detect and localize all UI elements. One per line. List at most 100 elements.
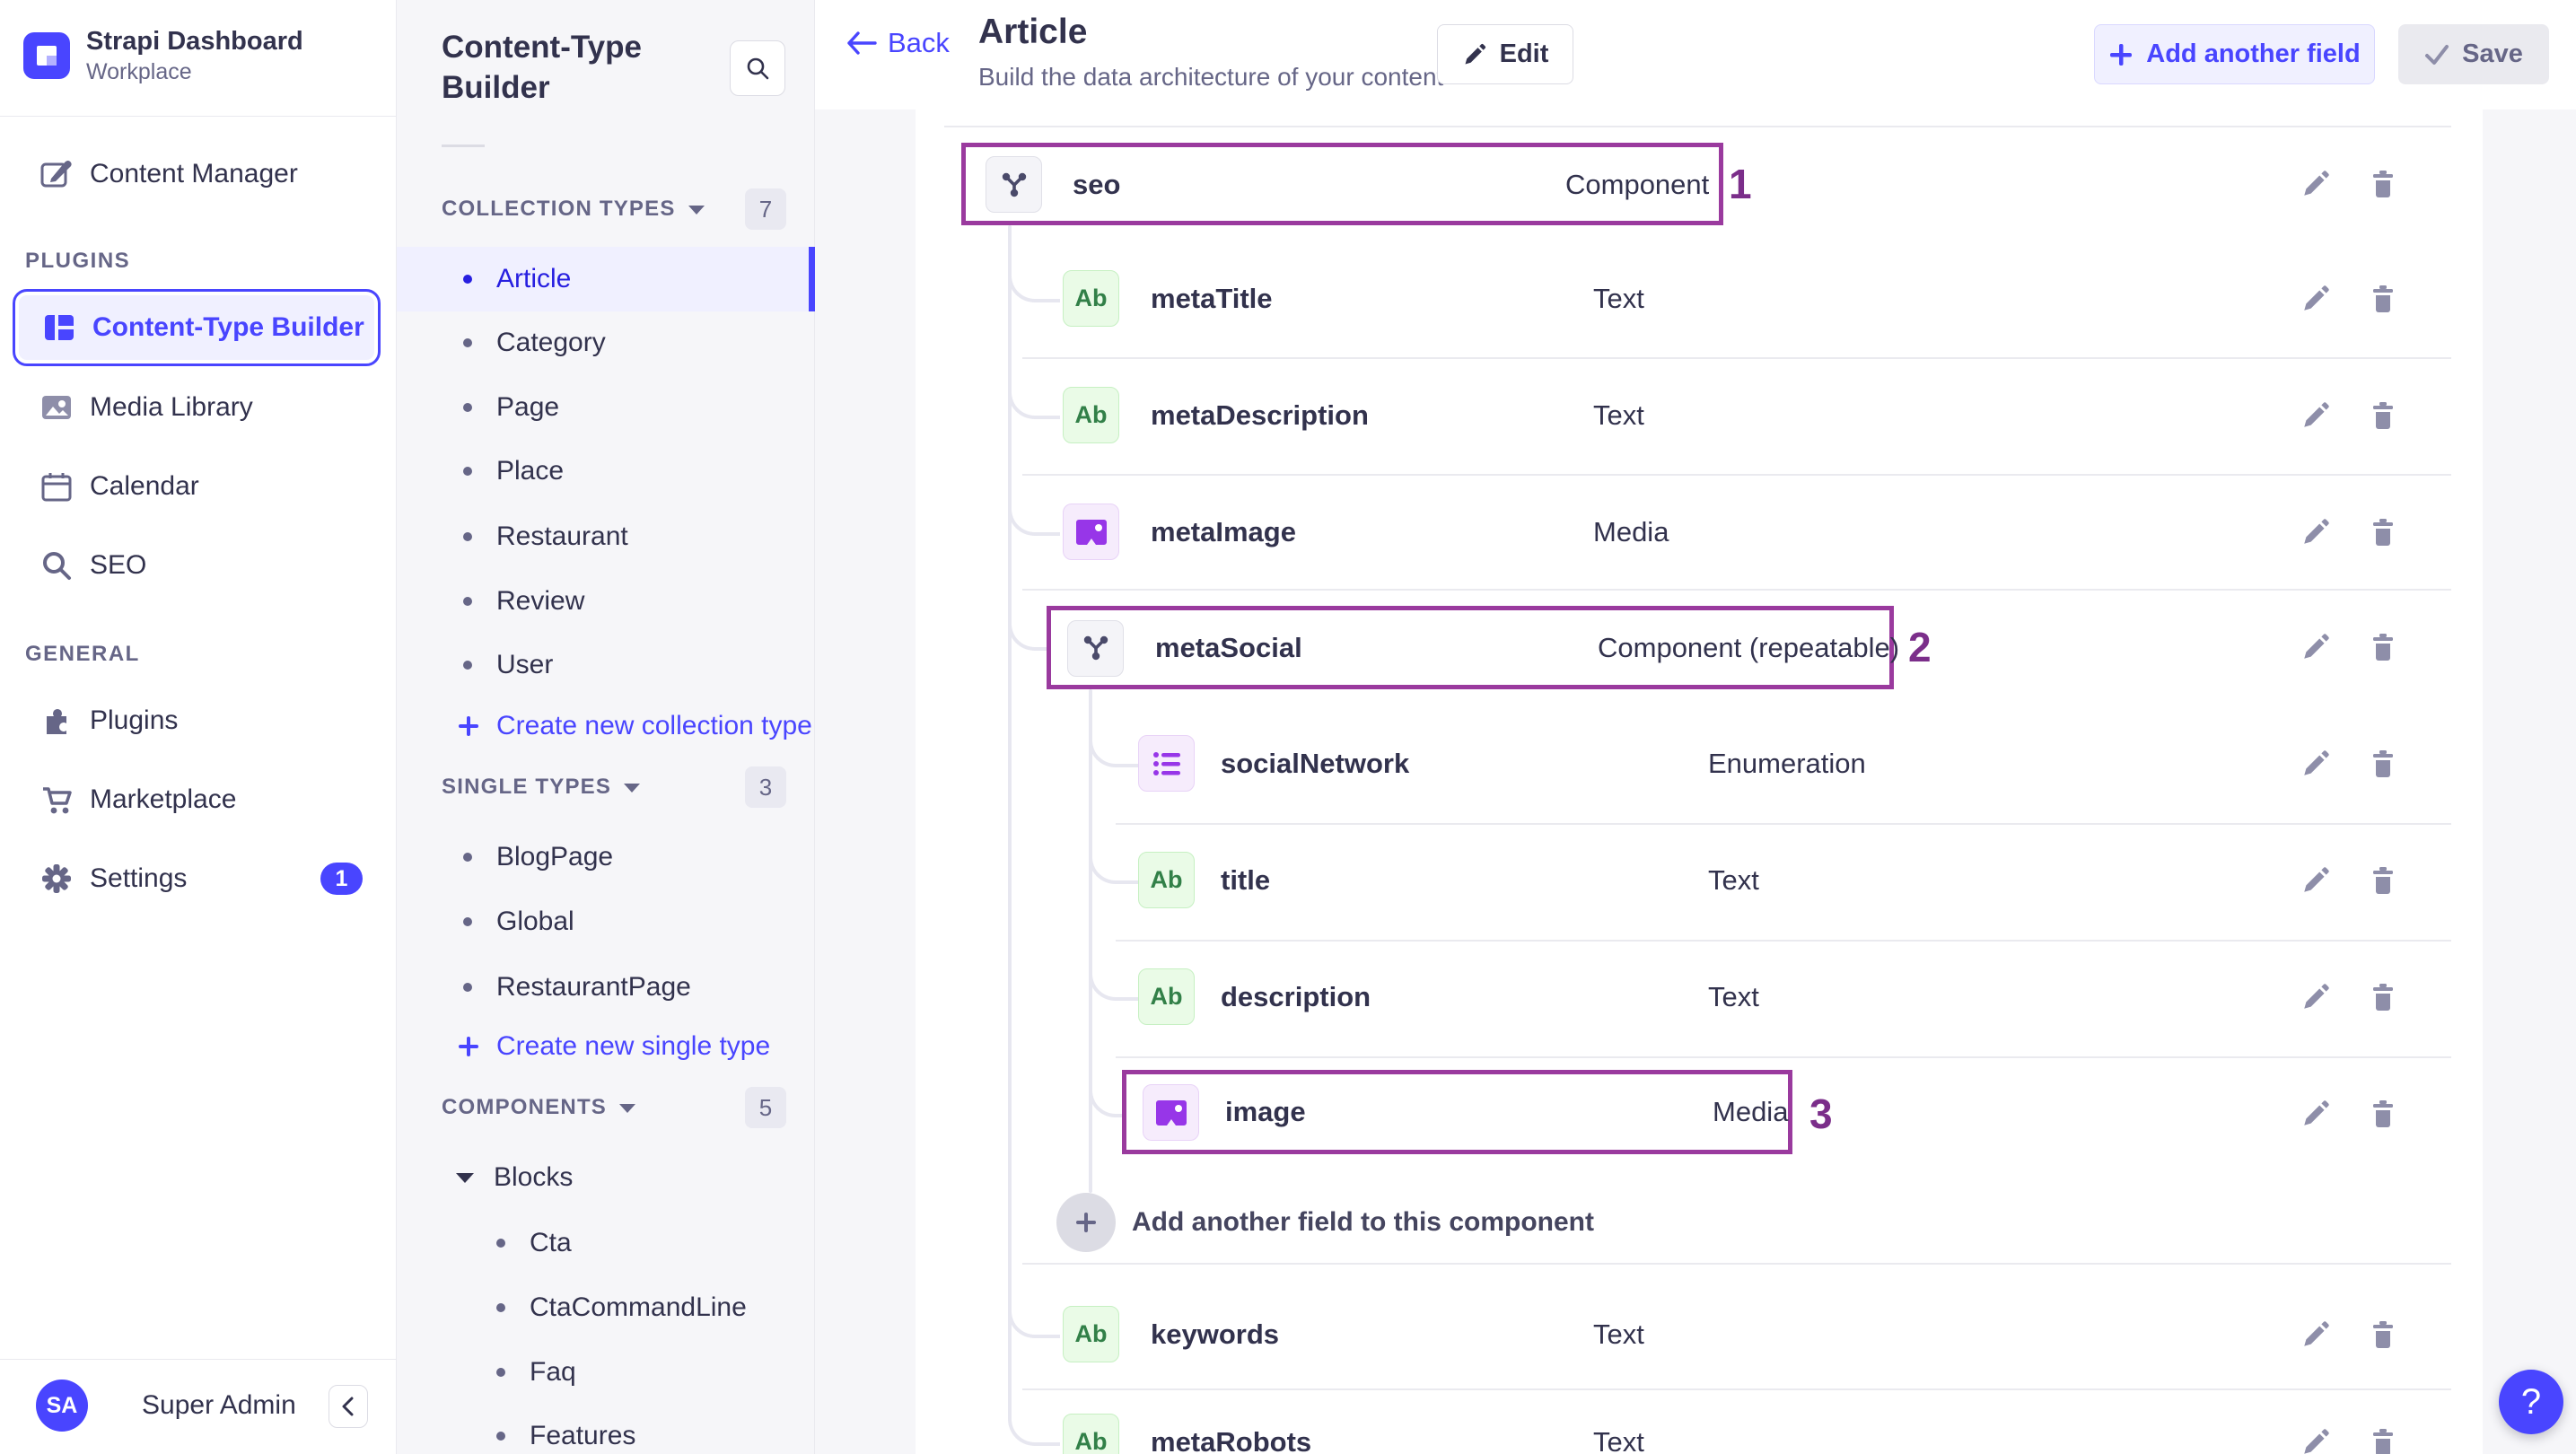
edit-button[interactable]: Edit: [1437, 24, 1573, 84]
section-single-types[interactable]: SINGLE TYPES: [442, 767, 641, 807]
field-name: keywords: [1151, 1318, 1280, 1350]
search-icon: [747, 57, 769, 80]
edit-field-button[interactable]: [2298, 863, 2334, 898]
pencil-icon: [2304, 171, 2329, 196]
sidebar-item-blogpage[interactable]: BlogPage: [397, 825, 815, 889]
nav-item-content-manager[interactable]: Content Manager: [0, 142, 397, 206]
layout-grid-icon: [45, 315, 74, 340]
collapse-sidebar-button[interactable]: [329, 1385, 368, 1428]
create-single-type-link[interactable]: Create new single type: [397, 1014, 815, 1079]
avatar[interactable]: SA: [36, 1380, 88, 1432]
nav-item-plugins[interactable]: Plugins: [0, 688, 397, 753]
delete-field-button[interactable]: [2365, 1317, 2401, 1353]
edit-field-button[interactable]: [2298, 979, 2334, 1015]
field-row-metaimage[interactable]: metaImage Media: [916, 474, 2483, 591]
edit-field-button[interactable]: [2298, 398, 2334, 434]
content-type-builder-panel: Content-Type Builder COLLECTION TYPES 7 …: [397, 0, 815, 1454]
edit-field-button[interactable]: [2298, 514, 2334, 550]
field-type: Text: [1708, 981, 1759, 1012]
sidebar-item-user[interactable]: User: [397, 633, 815, 697]
component-group-blocks[interactable]: Blocks: [397, 1145, 815, 1210]
trash-icon: [2373, 634, 2393, 661]
chevron-left-icon: [342, 1397, 354, 1416]
add-field-to-component-button[interactable]: [1056, 1193, 1116, 1252]
pencil-icon: [2304, 1100, 2329, 1126]
components-count: 5: [745, 1087, 786, 1128]
sidebar-item-ctacommandline[interactable]: CtaCommandLine: [397, 1275, 815, 1340]
back-link[interactable]: Back: [846, 27, 950, 59]
pencil-icon: [2304, 1321, 2329, 1346]
trash-icon: [2373, 750, 2393, 777]
pen-square-icon: [40, 161, 72, 188]
nav-item-seo[interactable]: SEO: [0, 533, 397, 598]
sidebar-item-global[interactable]: Global: [397, 889, 815, 954]
delete-field-button[interactable]: [2365, 1096, 2401, 1132]
field-row-title[interactable]: Ab title Text: [916, 822, 2483, 939]
chevron-down-icon: [456, 1173, 474, 1183]
nav-item-media-library[interactable]: Media Library: [0, 375, 397, 440]
plus-icon: [459, 716, 478, 736]
delete-field-button[interactable]: [2365, 166, 2401, 202]
sidebar-item-cta[interactable]: Cta: [397, 1211, 815, 1275]
field-row-metatitle[interactable]: Ab metaTitle Text: [916, 241, 2483, 357]
add-another-field-button[interactable]: Add another field: [2094, 24, 2375, 84]
edit-field-button[interactable]: [2298, 629, 2334, 665]
sidebar-item-article[interactable]: Article: [397, 247, 815, 311]
sidebar-item-features[interactable]: Features: [397, 1404, 815, 1454]
sidebar-item-restaurant[interactable]: Restaurant: [397, 504, 815, 569]
text-field-icon: Ab: [1063, 1306, 1119, 1362]
pencil-icon: [2304, 1429, 2329, 1454]
trash-icon: [2373, 1429, 2393, 1454]
sidebar-item-place[interactable]: Place: [397, 439, 815, 504]
field-row-image[interactable]: image Media: [1122, 1070, 1792, 1154]
delete-field-button[interactable]: [2365, 863, 2401, 898]
edit-field-button[interactable]: [2298, 281, 2334, 317]
edit-field-button[interactable]: [2298, 1317, 2334, 1353]
delete-field-button[interactable]: [2365, 514, 2401, 550]
workplace-label: Workplace: [86, 59, 192, 84]
pencil-icon: [1465, 43, 1485, 64]
delete-field-button[interactable]: [2365, 398, 2401, 434]
field-row-metarobots[interactable]: Ab metaRobots Text: [916, 1384, 2483, 1454]
field-row-metadescription[interactable]: Ab metaDescription Text: [916, 357, 2483, 474]
delete-field-button[interactable]: [2365, 1424, 2401, 1454]
sidebar-item-review[interactable]: Review: [397, 569, 815, 634]
sidebar-item-category[interactable]: Category: [397, 311, 815, 375]
sidebar-item-restaurantpage[interactable]: RestaurantPage: [397, 955, 815, 1020]
component-icon: [1067, 619, 1124, 677]
field-type: Text: [1593, 283, 1644, 314]
bullet-icon: [463, 338, 472, 347]
nav-item-content-type-builder[interactable]: Content-Type Builder: [13, 289, 381, 366]
field-row-socialnetwork[interactable]: socialNetwork Enumeration: [916, 705, 2483, 822]
edit-field-button[interactable]: [2298, 1096, 2334, 1132]
help-button[interactable]: ?: [2499, 1370, 2563, 1434]
pencil-icon: [2304, 984, 2329, 1009]
create-collection-type-link[interactable]: Create new collection type: [397, 694, 815, 758]
section-collection-types[interactable]: COLLECTION TYPES: [442, 189, 705, 229]
field-row-keywords[interactable]: Ab keywords Text: [916, 1276, 2483, 1393]
edit-field-button[interactable]: [2298, 746, 2334, 782]
field-row-description[interactable]: Ab description Text: [916, 939, 2483, 1055]
field-row-metasocial[interactable]: metaSocial Component (repeatable): [1047, 606, 1899, 689]
text-field-icon: Ab: [1063, 270, 1119, 327]
edit-field-button[interactable]: [2298, 166, 2334, 202]
annotation-3: 3: [1809, 1090, 1833, 1137]
delete-field-button[interactable]: [2365, 746, 2401, 782]
sidebar-item-page[interactable]: Page: [397, 375, 815, 440]
nav-item-calendar[interactable]: Calendar: [0, 454, 397, 519]
sidebar-item-faq[interactable]: Faq: [397, 1340, 815, 1405]
nav-item-marketplace[interactable]: Marketplace: [0, 767, 397, 832]
field-type: Text: [1593, 1318, 1644, 1350]
delete-field-button[interactable]: [2365, 629, 2401, 665]
trash-icon: [2373, 1100, 2393, 1127]
edit-field-button[interactable]: [2298, 1424, 2334, 1454]
delete-field-button[interactable]: [2365, 281, 2401, 317]
delete-field-button[interactable]: [2365, 979, 2401, 1015]
field-type: Text: [1593, 399, 1644, 431]
section-components[interactable]: COMPONENTS: [442, 1088, 636, 1127]
search-button[interactable]: [730, 40, 785, 96]
pencil-icon: [2304, 519, 2329, 544]
add-field-to-component-label[interactable]: Add another field to this component: [1132, 1193, 1594, 1252]
save-button[interactable]: Save: [2398, 24, 2549, 84]
field-row-seo[interactable]: seo Component: [961, 143, 1723, 225]
